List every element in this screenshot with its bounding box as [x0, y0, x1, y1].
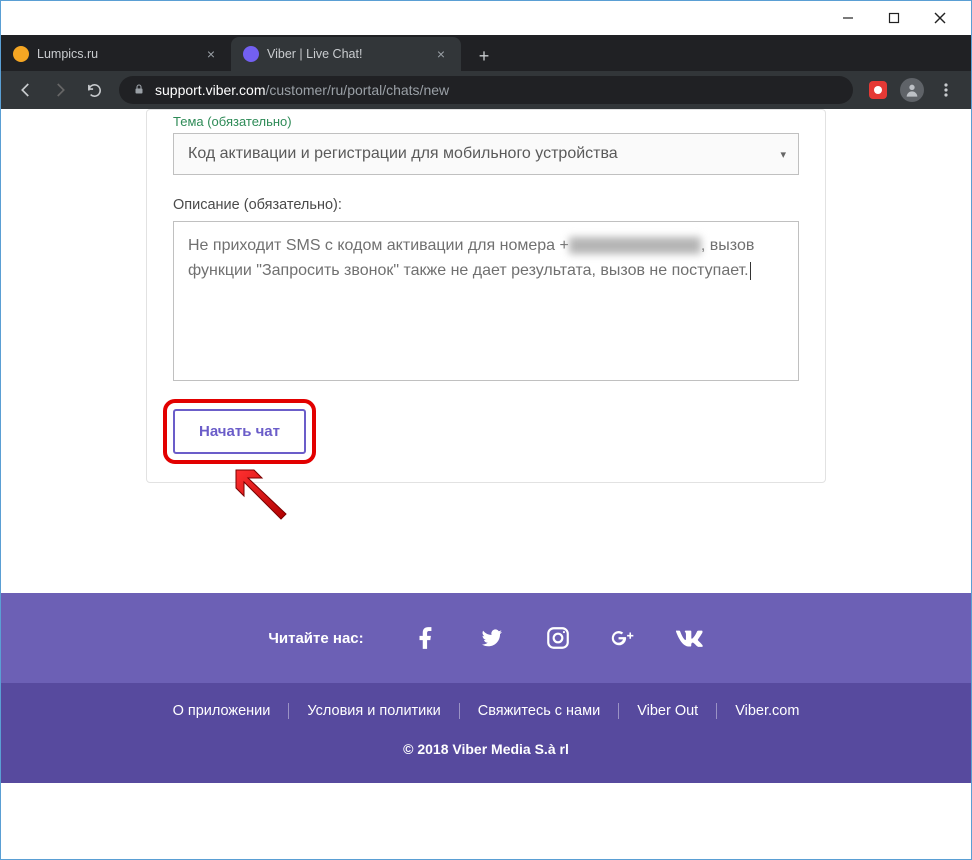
tab-viber[interactable]: Viber | Live Chat! ×: [231, 37, 461, 71]
start-chat-button[interactable]: Начать чат: [173, 409, 306, 454]
tab-lumpics[interactable]: Lumpics.ru ×: [1, 37, 231, 71]
back-button[interactable]: [11, 75, 41, 105]
footer-links: О приложении Условия и политики Свяжитес…: [1, 683, 971, 783]
lock-icon: [133, 83, 145, 98]
close-tab-icon[interactable]: ×: [203, 46, 219, 62]
titlebar: [1, 1, 971, 35]
copyright: © 2018 Viber Media S.à rl: [1, 741, 971, 757]
links-row: О приложении Условия и политики Свяжитес…: [1, 703, 971, 719]
topic-label: Тема (обязательно): [173, 114, 799, 129]
topic-select[interactable]: Код активации и регистрации для мобильно…: [173, 133, 799, 175]
googleplus-icon[interactable]: [610, 624, 638, 652]
close-window-button[interactable]: [917, 3, 963, 33]
vk-icon[interactable]: [676, 624, 704, 652]
footer-link-vibercom[interactable]: Viber.com: [717, 703, 817, 719]
instagram-icon[interactable]: [544, 624, 572, 652]
chat-form-card: Тема (обязательно) Код активации и регис…: [146, 109, 826, 483]
maximize-button[interactable]: [871, 3, 917, 33]
footer-link-viberout[interactable]: Viber Out: [619, 703, 717, 719]
facebook-icon[interactable]: [412, 624, 440, 652]
social-label: Читайте нас:: [268, 630, 363, 647]
description-label: Описание (обязательно):: [173, 197, 799, 213]
tab-favicon: [243, 46, 259, 62]
url-domain: support.viber.com: [155, 82, 266, 98]
twitter-icon[interactable]: [478, 624, 506, 652]
new-tab-button[interactable]: +: [469, 41, 499, 71]
submit-wrap: Начать чат: [173, 409, 306, 454]
tab-title: Viber | Live Chat!: [267, 47, 362, 61]
extension-icon[interactable]: [863, 75, 893, 105]
forward-button[interactable]: [45, 75, 75, 105]
redacted-phone: XXXXXXXXXXXX: [569, 237, 701, 254]
page-viewport[interactable]: Тема (обязательно) Код активации и регис…: [1, 109, 971, 859]
address-bar[interactable]: support.viber.com/customer/ru/portal/cha…: [119, 76, 853, 104]
topic-value: Код активации и регистрации для мобильно…: [188, 145, 618, 163]
profile-avatar[interactable]: [897, 75, 927, 105]
tabstrip: Lumpics.ru × Viber | Live Chat! × +: [1, 35, 971, 71]
footer-link-terms[interactable]: Условия и политики: [289, 703, 459, 719]
close-tab-icon[interactable]: ×: [433, 46, 449, 62]
footer-link-contact[interactable]: Свяжитесь с нами: [460, 703, 619, 719]
toolbar: support.viber.com/customer/ru/portal/cha…: [1, 71, 971, 109]
description-text-pre: Не приходит SMS с кодом активации для но…: [188, 237, 569, 254]
description-textarea[interactable]: Не приходит SMS с кодом активации для но…: [173, 221, 799, 381]
minimize-button[interactable]: [825, 3, 871, 33]
tab-favicon: [13, 46, 29, 62]
reload-button[interactable]: [79, 75, 109, 105]
footer-social: Читайте нас:: [1, 593, 971, 683]
menu-icon[interactable]: [931, 75, 961, 105]
text-cursor: [750, 262, 751, 280]
footer-link-about[interactable]: О приложении: [155, 703, 290, 719]
tab-title: Lumpics.ru: [37, 47, 98, 61]
url-path: /customer/ru/portal/chats/new: [266, 82, 450, 98]
window-frame: Lumpics.ru × Viber | Live Chat! × + supp…: [0, 0, 972, 860]
